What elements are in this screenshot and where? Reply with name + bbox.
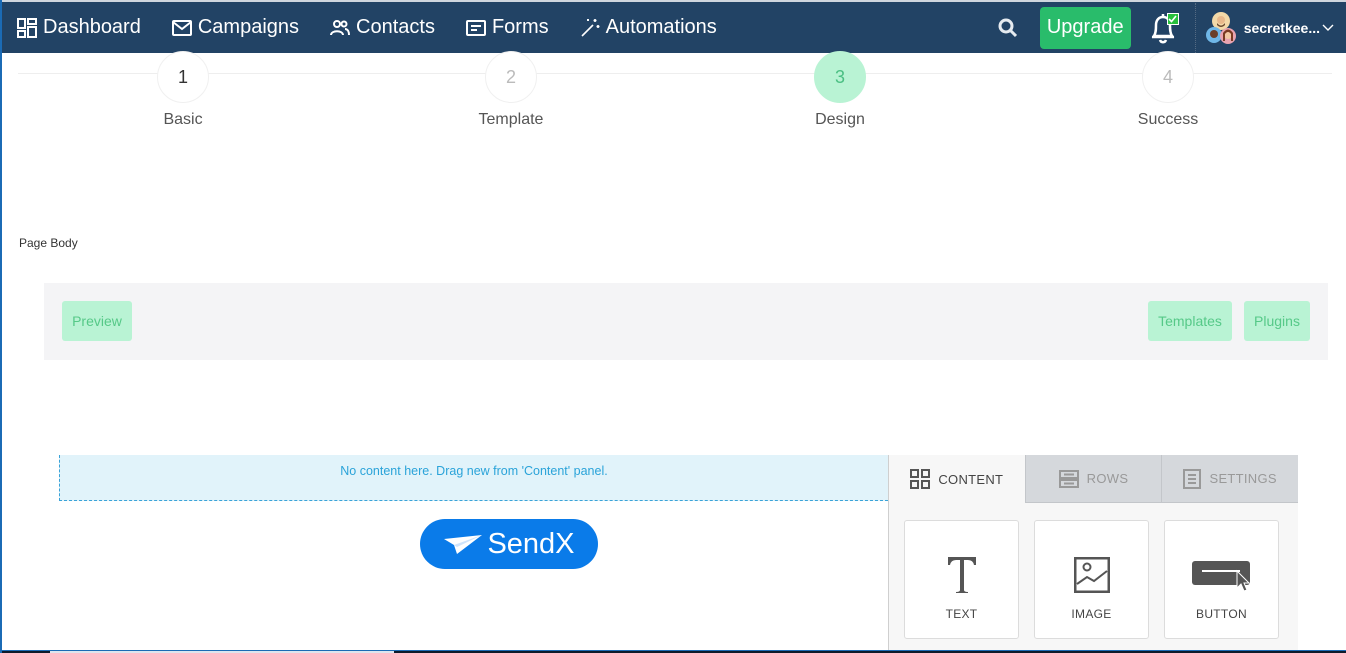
step-label: Template [478, 111, 544, 128]
builder-side-panel: CONTENT ROWS SETTINGS TEXT IMAGE BUTTON [888, 455, 1299, 653]
step-number: 1 [157, 51, 209, 103]
avatar [1205, 11, 1236, 44]
grid-icon [910, 469, 931, 489]
top-navbar: Dashboard Campaigns Contacts Forms Autom… [2, 0, 1346, 53]
block-image-label: IMAGE [1071, 607, 1112, 621]
nav-forms-label: Forms [491, 16, 549, 38]
email-canvas: No content here. Drag new from 'Content'… [59, 455, 888, 653]
panel-tabs: CONTENT ROWS SETTINGS [889, 455, 1299, 503]
tab-settings[interactable]: SETTINGS [1161, 455, 1299, 503]
step-label: Basic [163, 111, 203, 128]
step-design[interactable]: 3 Design [780, 51, 900, 129]
step-number: 3 [814, 51, 866, 103]
templates-button[interactable]: Templates [1148, 301, 1232, 341]
image-icon [1073, 547, 1110, 603]
notification-check-badge [1166, 12, 1179, 25]
step-number: 4 [1142, 51, 1194, 103]
block-image[interactable]: IMAGE [1034, 520, 1149, 639]
step-number: 2 [485, 51, 537, 103]
nav-campaigns-label: Campaigns [197, 16, 300, 38]
sendx-logo[interactable]: SendX [420, 519, 598, 569]
upgrade-button[interactable]: Upgrade [1039, 6, 1131, 49]
nav-forms[interactable]: Forms [465, 2, 549, 53]
block-button-label: BUTTON [1196, 607, 1247, 621]
user-menu[interactable]: secretkee... [1204, 11, 1346, 45]
tab-content[interactable]: CONTENT [889, 455, 1025, 503]
notifications-button[interactable] [1149, 11, 1179, 45]
block-text-label: TEXT [945, 607, 978, 621]
tab-settings-label: SETTINGS [1209, 471, 1277, 486]
dashboard-icon [16, 17, 38, 39]
nav-dashboard[interactable]: Dashboard [16, 2, 141, 53]
search-icon [998, 18, 1017, 37]
nav-automations-label: Automations [605, 16, 717, 38]
tab-rows[interactable]: ROWS [1024, 455, 1162, 503]
button-icon [1191, 547, 1253, 603]
text-icon [946, 547, 978, 603]
block-text[interactable]: TEXT [904, 520, 1019, 639]
step-template[interactable]: 2 Template [451, 51, 571, 129]
tab-rows-label: ROWS [1086, 471, 1129, 486]
form-icon [465, 17, 487, 39]
content-blocks: TEXT IMAGE BUTTON [889, 503, 1298, 639]
contacts-icon [329, 17, 351, 39]
step-basic[interactable]: 1 Basic [123, 51, 243, 129]
nav-separator [1194, 2, 1196, 53]
nav-contacts-label: Contacts [356, 16, 435, 38]
empty-dropzone[interactable]: No content here. Drag new from 'Content'… [59, 455, 888, 501]
nav-campaigns[interactable]: Campaigns [171, 2, 299, 53]
step-label: Design [815, 111, 865, 128]
step-label: Success [1137, 111, 1199, 128]
envelope-icon [171, 17, 193, 39]
username: secretkee... [1243, 19, 1320, 36]
wizard-stepper: 1 Basic 2 Template 3 Design 4 Success [18, 51, 1332, 133]
magic-wand-icon [579, 17, 601, 39]
block-button[interactable]: BUTTON [1164, 520, 1279, 639]
editor-toolbar: Preview Templates Plugins [44, 283, 1328, 360]
chevron-down-icon [1322, 24, 1334, 31]
step-success[interactable]: 4 Success [1108, 51, 1228, 129]
nav-dashboard-label: Dashboard [43, 16, 141, 38]
nav-contacts[interactable]: Contacts [329, 2, 435, 53]
nav-automations[interactable]: Automations [579, 2, 717, 53]
search-button[interactable] [993, 13, 1023, 43]
rows-icon [1058, 469, 1079, 488]
plugins-button[interactable]: Plugins [1244, 301, 1310, 341]
paper-plane-icon [444, 535, 483, 554]
sendx-logo-text: SendX [487, 527, 575, 560]
tab-content-label: CONTENT [938, 471, 1004, 487]
preview-button[interactable]: Preview [62, 301, 132, 341]
page-body-label: Page Body [19, 236, 78, 250]
settings-doc-icon [1183, 468, 1202, 489]
